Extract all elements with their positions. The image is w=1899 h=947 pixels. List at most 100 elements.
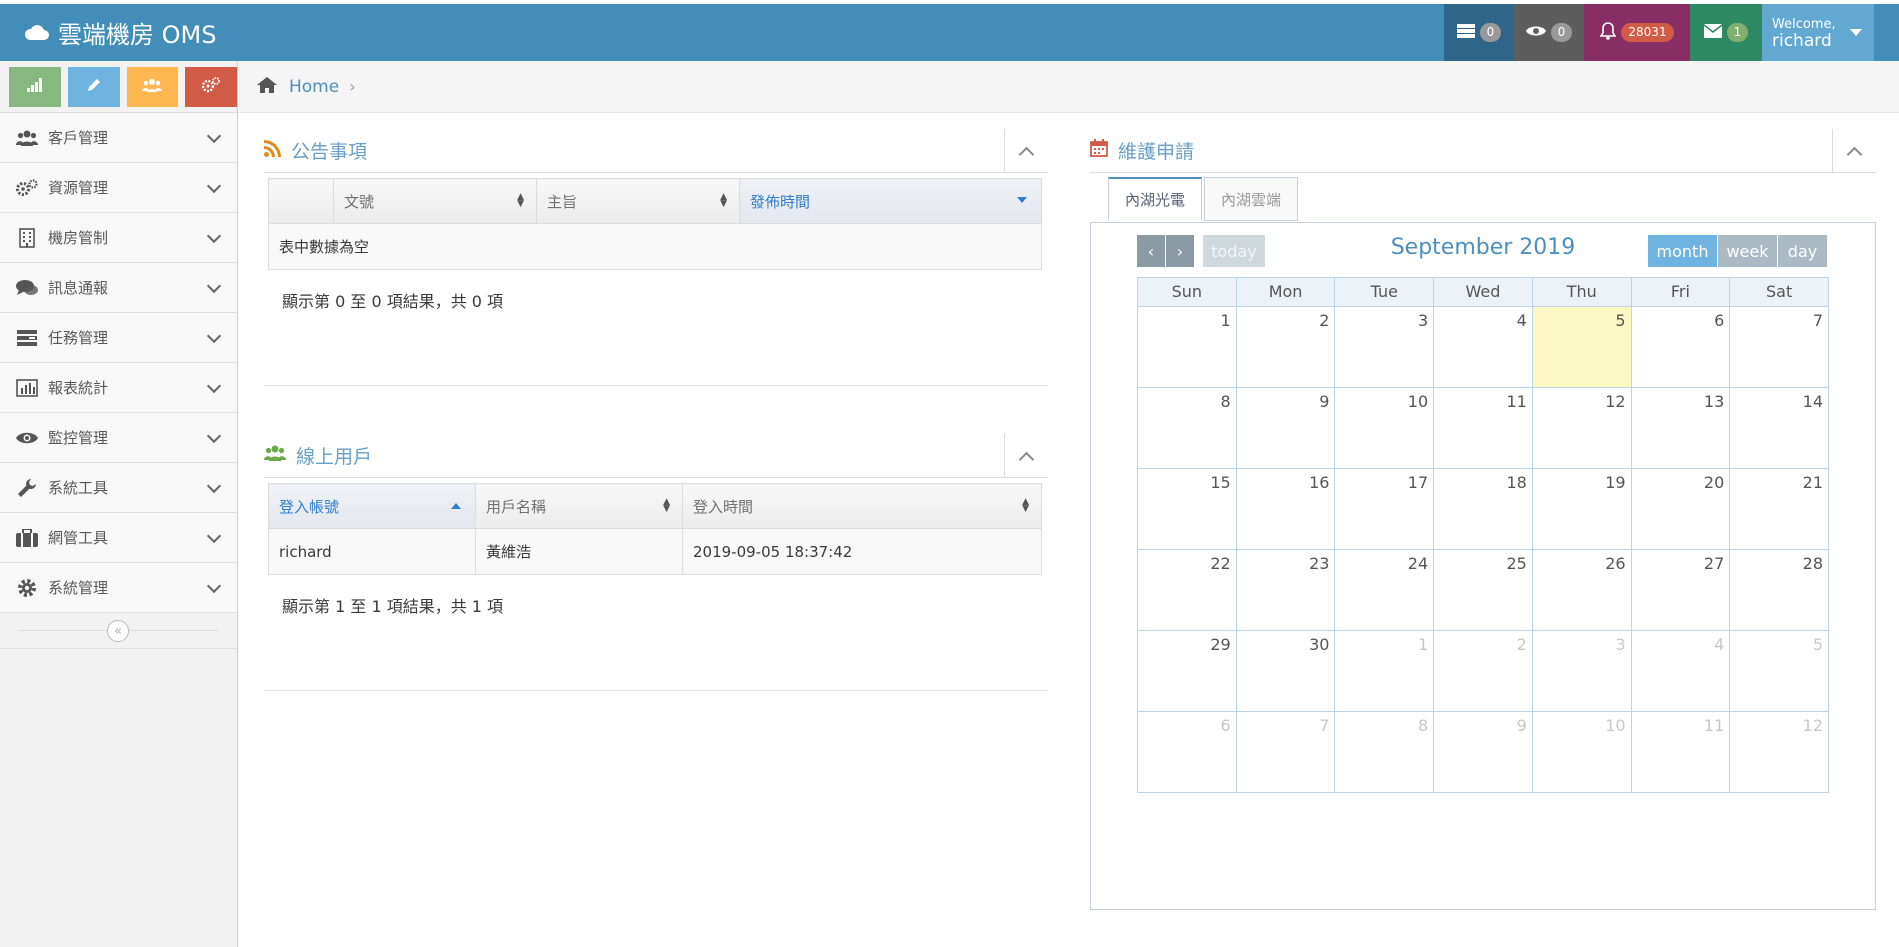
announcements-collapse-button[interactable] <box>1004 129 1048 173</box>
calendar-day-cell[interactable]: 17 <box>1335 469 1435 550</box>
calendar-day-cell[interactable]: 1 <box>1335 631 1435 712</box>
calendar-day-cell[interactable]: 10 <box>1335 388 1435 469</box>
calendar-day-cell[interactable]: 23 <box>1236 550 1336 631</box>
sidebar-item-datacenter[interactable]: 機房管制 <box>0 213 237 263</box>
bar-chart-icon <box>14 378 40 397</box>
sidebar-item-monitoring[interactable]: 監控管理 <box>0 413 237 463</box>
calendar-month-button[interactable]: month <box>1648 235 1717 267</box>
tab-neihu-optoelectronics[interactable]: 內湖光電 <box>1108 177 1203 221</box>
username: richard <box>1772 30 1832 51</box>
calendar-day-cell[interactable]: 30 <box>1236 631 1336 712</box>
sidebar-item-resources[interactable]: 資源管理 <box>0 163 237 213</box>
chevron-down-icon <box>206 278 222 294</box>
shortcut-signal-button[interactable] <box>9 66 61 107</box>
shortcut-users-button[interactable] <box>126 66 179 107</box>
calendar-day-cell[interactable]: 20 <box>1631 469 1731 550</box>
sidebar-item-system-admin[interactable]: 系統管理 <box>0 563 237 613</box>
notifications-menu[interactable]: 28031 <box>1584 4 1690 61</box>
column-header-login-time[interactable]: 登入時間 ▲ ▼ <box>682 483 1042 529</box>
calendar-day-cell[interactable]: 4 <box>1631 631 1731 712</box>
calendar-day-cell[interactable]: 24 <box>1335 550 1435 631</box>
calendar-day-cell[interactable]: 7 <box>1236 712 1336 793</box>
table-row: 表中數據為空 <box>268 223 1042 270</box>
online-users-title: 線上用戶 <box>296 446 373 468</box>
calendar-day-cell[interactable]: 19 <box>1532 469 1632 550</box>
sidebar-item-label: 網管工具 <box>48 529 109 547</box>
chevron-down-icon <box>206 578 222 594</box>
calendar-day-cell[interactable]: 1 <box>1138 307 1237 388</box>
double-angle-left-icon: « <box>114 623 122 639</box>
column-header-number[interactable]: 文號 ▲ ▼ <box>333 178 537 224</box>
calendar-day-cell[interactable]: 2 <box>1434 631 1533 712</box>
calendar-next-button[interactable]: › <box>1166 235 1194 267</box>
table-row[interactable]: richard 黃維浩 2019-09-05 18:37:42 <box>268 528 1042 575</box>
calendar-day-cell[interactable]: 25 <box>1434 550 1533 631</box>
calendar-day-cell[interactable]: 5 <box>1532 307 1632 388</box>
column-header-checkbox[interactable] <box>268 178 334 224</box>
calendar-day-cell[interactable]: 11 <box>1631 712 1731 793</box>
calendar-day-cell[interactable]: 22 <box>1138 550 1237 631</box>
calendar-today-button[interactable]: today <box>1203 235 1265 267</box>
calendar-day-cell[interactable]: 27 <box>1631 550 1731 631</box>
column-header-subject[interactable]: 主旨 ▲ ▼ <box>536 178 740 224</box>
breadcrumb-home-link[interactable]: Home <box>289 77 339 97</box>
tasks-menu[interactable]: 0 <box>1444 4 1514 61</box>
calendar-day-cell[interactable]: 11 <box>1434 388 1533 469</box>
calendar-day-cell[interactable]: 15 <box>1138 469 1237 550</box>
chevron-right-icon: › <box>1176 241 1184 261</box>
app-brand[interactable]: 雲端機房 OMS <box>24 4 216 61</box>
calendar-day-cell[interactable]: 4 <box>1434 307 1533 388</box>
weekday-label: Wed <box>1434 278 1533 307</box>
sidebar: 客戶管理 資源管理 機房管制 訊息通報 任務管理 報表統計 監控管理 系統工具 … <box>0 61 238 947</box>
calendar-day-cell[interactable]: 26 <box>1532 550 1632 631</box>
calendar-day-cell[interactable]: 2 <box>1236 307 1336 388</box>
sidebar-item-tasks[interactable]: 任務管理 <box>0 313 237 363</box>
sidebar-item-network-tools[interactable]: 網管工具 <box>0 513 237 563</box>
sidebar-collapse-button[interactable]: « <box>107 620 129 642</box>
calendar-day-cell[interactable]: 13 <box>1631 388 1731 469</box>
column-header-login-account[interactable]: 登入帳號 <box>268 483 476 529</box>
online-users-collapse-button[interactable] <box>1004 434 1048 478</box>
calendar-day-cell[interactable]: 14 <box>1730 388 1829 469</box>
chevron-down-icon <box>206 478 222 494</box>
calendar-day-cell[interactable]: 3 <box>1532 631 1632 712</box>
calendar-day-cell[interactable]: 8 <box>1335 712 1435 793</box>
calendar-day-cell[interactable]: 28 <box>1730 550 1829 631</box>
calendar-week-button[interactable]: week <box>1718 235 1777 267</box>
calendar-day-button[interactable]: day <box>1778 235 1827 267</box>
messages-menu[interactable]: 1 <box>1690 4 1762 61</box>
watch-menu[interactable]: 0 <box>1514 4 1584 61</box>
calendar-day-cell[interactable]: 6 <box>1138 712 1237 793</box>
tab-neihu-cloud[interactable]: 內湖雲端 <box>1204 177 1299 221</box>
user-menu[interactable]: Welcome, richard <box>1762 4 1874 61</box>
calendar-day-cell[interactable]: 21 <box>1730 469 1829 550</box>
shortcut-cogs-button[interactable] <box>185 66 237 107</box>
shortcut-pencil-button[interactable] <box>67 66 120 107</box>
maintenance-collapse-button[interactable] <box>1832 129 1876 173</box>
column-header-user-name[interactable]: 用戶名稱 ▲ ▼ <box>475 483 683 529</box>
sidebar-item-reports[interactable]: 報表統計 <box>0 363 237 413</box>
calendar-day-cell[interactable]: 8 <box>1138 388 1237 469</box>
calendar-day-cell[interactable]: 12 <box>1730 712 1829 793</box>
sidebar-item-customers[interactable]: 客戶管理 <box>0 113 237 163</box>
calendar-day-cell[interactable]: 6 <box>1631 307 1731 388</box>
bell-icon <box>1599 21 1617 44</box>
building-icon <box>14 227 40 248</box>
calendar-prev-button[interactable]: ‹ <box>1137 235 1165 267</box>
calendar-day-cell[interactable]: 9 <box>1236 388 1336 469</box>
calendar-day-cell[interactable]: 7 <box>1730 307 1829 388</box>
calendar-day-cell[interactable]: 16 <box>1236 469 1336 550</box>
calendar-day-cell[interactable]: 10 <box>1532 712 1632 793</box>
sidebar-item-messages[interactable]: 訊息通報 <box>0 263 237 313</box>
calendar-day-cell[interactable]: 5 <box>1730 631 1829 712</box>
chevron-down-icon <box>206 328 222 344</box>
calendar-day-cell[interactable]: 18 <box>1434 469 1533 550</box>
sort-icon: ▲ ▼ <box>663 497 670 514</box>
calendar-day-cell[interactable]: 9 <box>1434 712 1533 793</box>
sidebar-item-system-tools[interactable]: 系統工具 <box>0 463 237 513</box>
calendar-day-cell[interactable]: 3 <box>1335 307 1435 388</box>
calendar-day-cell[interactable]: 29 <box>1138 631 1237 712</box>
weekday-label: Mon <box>1236 278 1336 307</box>
calendar-day-cell[interactable]: 12 <box>1532 388 1632 469</box>
column-header-publish-time[interactable]: 發佈時間 <box>739 178 1042 224</box>
